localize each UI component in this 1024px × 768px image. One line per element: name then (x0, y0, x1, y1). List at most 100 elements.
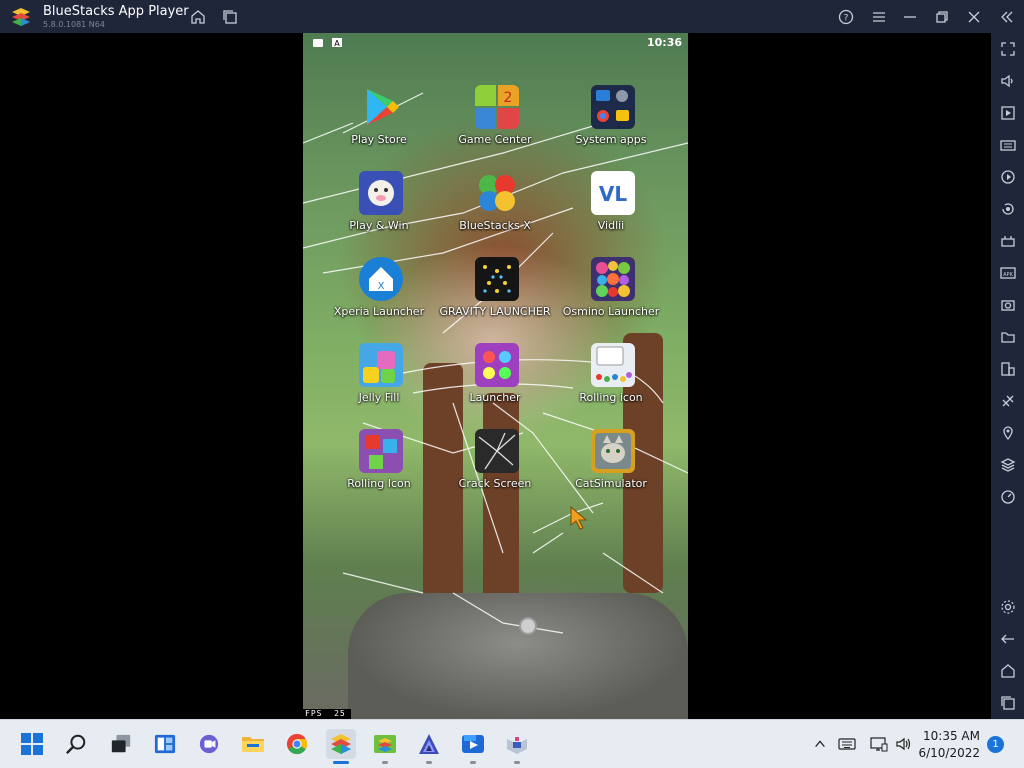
bluestacks-icon[interactable] (326, 729, 356, 759)
start-icon[interactable] (17, 729, 47, 759)
bluestacks-x-icon (475, 171, 519, 215)
fps-value: 25 (334, 709, 346, 718)
affinity-icon[interactable] (414, 729, 444, 759)
desktop: BlueStacks App Player 5.8.0.1081 N64 ? A… (0, 0, 1024, 768)
multi-instance-icon[interactable] (218, 5, 242, 29)
app-version: 5.8.0.1081 N64 (43, 20, 105, 29)
collapse-sidebar-icon[interactable] (995, 5, 1019, 29)
android-home-icon[interactable] (997, 660, 1019, 682)
multi-instance-manager-icon[interactable] (997, 358, 1019, 380)
widgets-icon[interactable] (150, 729, 180, 759)
layers-icon[interactable] (997, 454, 1019, 476)
fps-counter: FPS 25 (303, 709, 351, 719)
game-center-icon: 2 (475, 85, 519, 129)
performance-icon[interactable] (997, 486, 1019, 508)
app-system-apps[interactable]: System apps (561, 85, 661, 165)
app-label: Xperia Launcher (333, 305, 425, 318)
keyboard-a-icon: A (332, 38, 342, 47)
android-screen[interactable]: A 10:36 Play Store 2 Game Center System … (303, 33, 688, 719)
folder-icon[interactable] (997, 326, 1019, 348)
wallpaper-stump (348, 593, 688, 719)
close-icon[interactable] (962, 5, 986, 29)
bluestacks-sidebar: APK (991, 33, 1024, 719)
rolling-icon-2-icon (359, 429, 403, 473)
play-store-icon (359, 85, 403, 129)
running-indicator (470, 761, 476, 764)
running-indicator (382, 761, 388, 764)
app-label: Crack Screen (458, 477, 532, 490)
media-manager-icon[interactable] (997, 102, 1019, 124)
app-label: Play Store (351, 133, 407, 146)
app-title: BlueStacks App Player (43, 4, 189, 19)
windows-taskbar: 10:35 AM 6/10/2022 (0, 719, 1024, 768)
app-cat-simulator[interactable]: CatSimulator (561, 429, 661, 509)
app-gravity-launcher[interactable]: GRAVITY LAUNCHER (440, 257, 550, 337)
network-icon[interactable] (870, 735, 888, 753)
app-label: Play & Win (349, 219, 409, 232)
bluestacks-multi-instance-icon[interactable] (370, 729, 400, 759)
show-hidden-icons-chevron-icon[interactable] (811, 735, 829, 753)
vidlii-icon: VL (591, 171, 635, 215)
menu-icon[interactable] (867, 5, 891, 29)
app-vidlii[interactable]: VL Vidlii (561, 171, 661, 251)
keyboard-language-icon[interactable] (838, 735, 856, 753)
android-home-indicator[interactable] (519, 617, 537, 635)
jelly-fill-icon (359, 343, 403, 387)
screenshot-icon[interactable] (997, 294, 1019, 316)
volume-tray-icon[interactable] (895, 735, 913, 753)
file-explorer-icon[interactable] (238, 729, 268, 759)
app-label: Rolling Icon (347, 477, 411, 490)
app-label: Osmino Launcher (562, 305, 660, 318)
app-game-center[interactable]: 2 Game Center (445, 85, 545, 165)
taskbar-clock-time[interactable]: 10:35 AM (923, 729, 980, 743)
macro-icon[interactable] (997, 166, 1019, 188)
app-osmino-launcher[interactable]: Osmino Launcher (561, 257, 661, 337)
home-icon[interactable] (186, 5, 210, 29)
android-status-bar: A 10:36 (303, 33, 688, 53)
fullscreen-icon[interactable] (997, 38, 1019, 60)
app-play-and-win[interactable]: Play & Win (329, 171, 429, 251)
eco-mode-icon[interactable] (997, 390, 1019, 412)
back-icon[interactable] (997, 628, 1019, 650)
bluestacks-logo-icon (12, 8, 30, 26)
keyboard-controls-icon[interactable] (997, 134, 1019, 156)
chrome-icon[interactable] (282, 729, 312, 759)
help-icon[interactable]: ? (834, 5, 858, 29)
minimize-icon[interactable] (898, 5, 922, 29)
app-label: Rolling icon (579, 391, 643, 404)
recent-apps-icon[interactable] (997, 692, 1019, 714)
app-launcher[interactable]: Launcher (445, 343, 545, 423)
rotate-icon[interactable] (997, 198, 1019, 220)
svg-text:A: A (334, 39, 340, 47)
apk-install-icon[interactable]: APK (997, 262, 1019, 284)
restore-icon[interactable] (930, 5, 954, 29)
media-player-icon[interactable] (458, 729, 488, 759)
app-crack-screen[interactable]: Crack Screen (445, 429, 545, 509)
app-xperia-launcher[interactable]: X Xperia Launcher (329, 257, 429, 337)
teams-chat-icon[interactable] (194, 729, 224, 759)
app-play-store[interactable]: Play Store (329, 85, 429, 165)
app-rolling-icon[interactable]: Rolling icon (561, 343, 661, 423)
task-view-icon[interactable] (106, 729, 136, 759)
game-controls-icon[interactable] (997, 230, 1019, 252)
volume-icon[interactable] (997, 70, 1019, 92)
app-jelly-fill[interactable]: Jelly Fill (329, 343, 429, 423)
bluestacks-active-indicator (333, 761, 349, 764)
notification-icon (313, 39, 323, 47)
running-indicator (514, 761, 520, 764)
app-rolling-icon-2[interactable]: Rolling Icon (329, 429, 429, 509)
osmino-launcher-icon (591, 257, 635, 301)
search-icon[interactable] (61, 729, 91, 759)
settings-icon[interactable] (997, 596, 1019, 618)
location-icon[interactable] (997, 422, 1019, 444)
app-bluestacks-x[interactable]: BlueStacks X (445, 171, 545, 251)
taskbar-clock-date[interactable]: 6/10/2022 (918, 746, 980, 760)
svg-text:APK: APK (1003, 272, 1013, 278)
svg-text:VL: VL (599, 182, 627, 206)
gravity-launcher-icon (475, 257, 519, 301)
mouse-cursor-icon (570, 506, 588, 530)
virtual-box-icon[interactable] (502, 729, 532, 759)
svg-text:?: ? (844, 14, 849, 24)
notification-center-badge[interactable]: 1 (987, 736, 1004, 753)
app-label: Launcher (469, 391, 521, 404)
